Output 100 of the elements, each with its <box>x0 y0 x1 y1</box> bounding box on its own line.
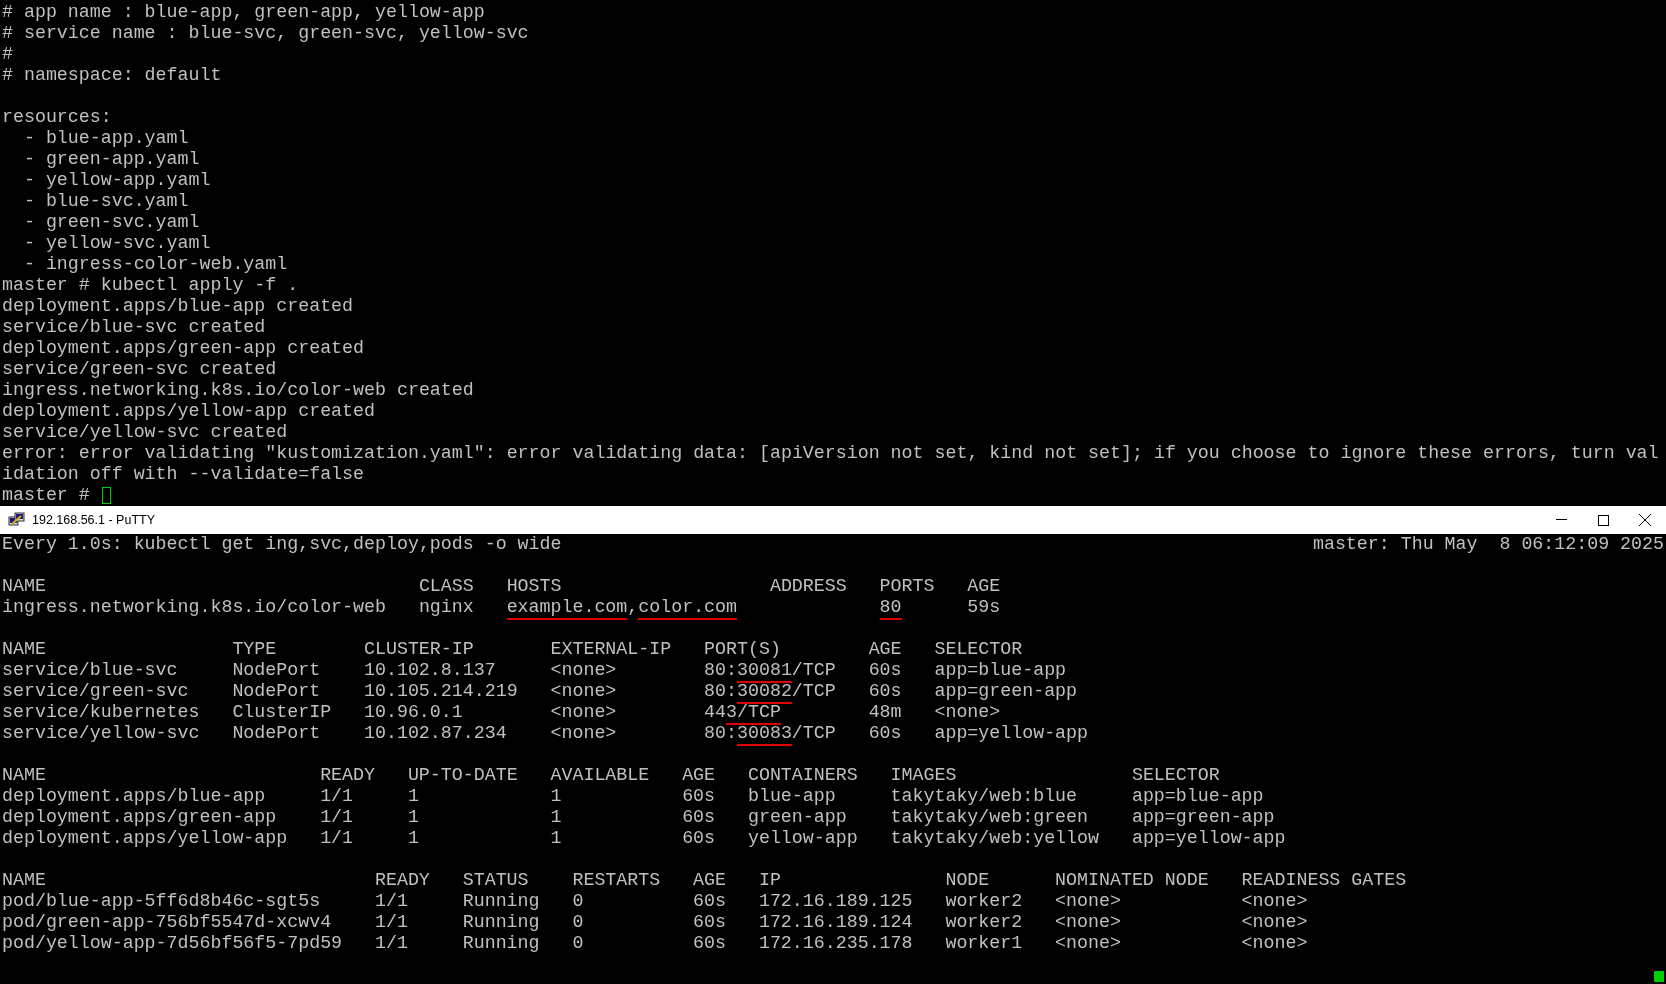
table-cell: pod/green-app-756bf5547d-xcwv4 <box>2 912 332 932</box>
table-cell: worker2 <box>945 912 1023 932</box>
terminal-line: master # kubectl apply -f . <box>2 275 299 296</box>
column-header: READINESS GATES <box>1241 870 1407 890</box>
table-cell: pod/blue-app-5ff6d8b46c-sgt5s <box>2 891 321 911</box>
table-cell: <none> <box>550 702 617 722</box>
table-cell: 60s <box>682 807 716 827</box>
column-header: AGE <box>682 765 716 785</box>
terminal-line: deployment.apps/blue-app created <box>2 296 354 317</box>
terminal-line: - yellow-app.yaml <box>22 170 211 191</box>
table-cell: 80:30081/TCP <box>704 660 836 683</box>
table-cell: 48m <box>868 702 902 722</box>
table-cell: example.com,color.com <box>506 597 738 620</box>
table-cell: 0 <box>572 912 584 932</box>
status-time: master: Thu May 8 06:12:09 2025 <box>1312 534 1664 555</box>
table-cell: 1 <box>407 807 419 827</box>
table-cell: takytaky/web:blue <box>890 786 1078 806</box>
table-cell: ingress.networking.k8s.io/color-web <box>2 597 386 617</box>
table-cell: green-app <box>747 807 847 827</box>
table-cell: Running <box>462 891 540 911</box>
terminal-line: # service name : blue-svc, green-svc, yellow-svc <box>2 23 529 44</box>
table-cell: <none> <box>1241 891 1308 911</box>
terminal-line: deployment.apps/green-app created <box>2 338 365 359</box>
table-cell: 80:30082/TCP <box>704 681 836 704</box>
table-cell: 1/1 <box>320 786 354 806</box>
column-header: AVAILABLE <box>550 765 650 785</box>
table-cell: <none> <box>550 723 617 743</box>
column-header: AGE <box>967 576 1001 596</box>
table-cell: deployment.apps/green-app <box>2 807 277 827</box>
table-cell: app=blue-app <box>934 660 1067 680</box>
window-title: 192.168.56.1 - PuTTY <box>32 513 155 527</box>
column-header: NODE <box>945 870 990 890</box>
terminal-line: # <box>2 44 13 65</box>
table-cell: 59s <box>967 597 1001 617</box>
app-icon <box>8 512 26 528</box>
table-cell: <none> <box>1055 933 1121 953</box>
table-cell: 10.105.214.219 <box>364 681 518 701</box>
column-header: TYPE <box>232 639 277 659</box>
table-cell: 443/TCP <box>704 702 781 725</box>
table-cell: 1/1 <box>375 933 408 953</box>
table-cell: service/kubernetes <box>2 702 200 722</box>
table-cell: NodePort <box>232 723 321 743</box>
terminal-line: error: error validating "kustomization.yaml": error validating data: [apiVersion not set, kind not set]; if you choose to ignore these errors, turn val <box>2 443 1659 464</box>
table-cell: worker1 <box>945 933 1023 953</box>
table-cell: <none> <box>550 660 617 680</box>
terminal-line: - blue-app.yaml <box>22 128 189 149</box>
table-cell: Running <box>462 933 540 953</box>
table-cell: 1 <box>550 828 562 848</box>
terminal-line: service/green-svc created <box>2 359 277 380</box>
table-cell: service/yellow-svc <box>2 723 200 743</box>
table-cell: <none> <box>1241 933 1308 953</box>
terminal-line: - green-svc.yaml <box>22 212 200 233</box>
table-cell: 1 <box>550 786 562 806</box>
table-cell: yellow-app <box>747 828 858 848</box>
terminal-line: service/yellow-svc created <box>2 422 288 443</box>
table-cell: app=blue-app <box>1131 786 1264 806</box>
column-header: READY <box>320 765 375 785</box>
column-header: RESTARTS <box>572 870 661 890</box>
table-cell: 60s <box>693 912 727 932</box>
column-header: IP <box>758 870 781 890</box>
column-header: ADDRESS <box>769 576 847 596</box>
table-cell: 1/1 <box>375 891 408 911</box>
column-header: READY <box>375 870 430 890</box>
table-cell: 60s <box>693 933 727 953</box>
table-cell: 1/1 <box>320 807 354 827</box>
terminal-line: idation off with --validate=false <box>2 464 365 485</box>
column-header: NOMINATED NODE <box>1055 870 1209 890</box>
table-cell: 60s <box>868 681 902 701</box>
table-cell: service/blue-svc <box>2 660 178 680</box>
table-cell: NodePort <box>232 681 321 701</box>
table-cell: app=yellow-app <box>934 723 1089 743</box>
column-header: EXTERNAL-IP <box>550 639 672 659</box>
column-header: NAME <box>2 765 46 785</box>
table-cell: 172.16.189.125 <box>758 891 913 911</box>
table-cell: blue-app <box>747 786 836 806</box>
table-cell: NodePort <box>232 660 321 680</box>
table-cell: 60s <box>693 891 727 911</box>
table-cell: 80:30083/TCP <box>704 723 836 746</box>
terminal-line: resources: <box>2 107 112 128</box>
table-cell: takytaky/web:green <box>890 807 1089 827</box>
table-cell: 1/1 <box>320 828 354 848</box>
column-header: STATUS <box>462 870 529 890</box>
terminal-line: - yellow-svc.yaml <box>22 233 211 254</box>
table-cell: <none> <box>1241 912 1308 932</box>
column-header: PORT(S) <box>704 639 781 659</box>
table-cell: 0 <box>572 933 584 953</box>
table-cell: nginx <box>418 597 474 617</box>
terminal-line: service/blue-svc created <box>2 317 266 338</box>
terminal-line: # app name : blue-app, green-app, yellow-app <box>2 2 485 23</box>
table-cell: 60s <box>868 723 902 743</box>
table-cell: takytaky/web:yellow <box>890 828 1099 848</box>
column-header: HOSTS <box>506 576 562 596</box>
close-icon <box>1639 514 1651 526</box>
column-header: SELECTOR <box>1131 765 1220 785</box>
terminal-line: deployment.apps/yellow-app created <box>2 401 375 422</box>
table-cell: 60s <box>682 828 716 848</box>
column-header: UP-TO-DATE <box>407 765 518 785</box>
terminal-line: ingress.networking.k8s.io/color-web created <box>2 380 474 401</box>
table-cell: 10.102.87.234 <box>364 723 507 743</box>
column-header: PORTS <box>879 576 935 596</box>
